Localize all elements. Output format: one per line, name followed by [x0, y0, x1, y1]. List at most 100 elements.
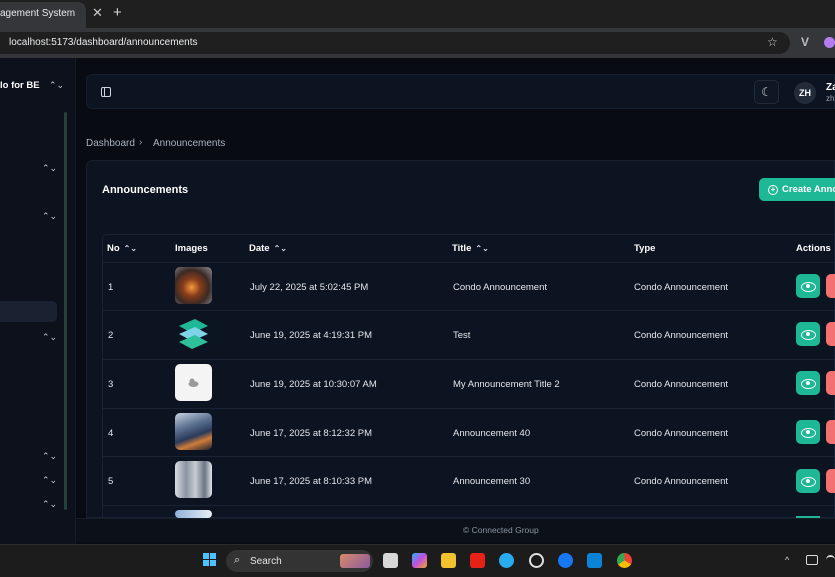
column-label: Date — [249, 243, 270, 254]
row-type: Condo Announcement — [634, 428, 729, 439]
row-title: Announcement 30 — [453, 476, 531, 487]
delete-trash-icon[interactable] — [826, 322, 835, 346]
sidebar-expand-chevron-icon[interactable]: ⌃⌄ — [42, 452, 57, 461]
row-number: 4 — [108, 428, 114, 439]
new-tab-icon[interactable]: + — [113, 4, 122, 21]
file-explorer-icon[interactable] — [441, 553, 456, 568]
column-label: Actions — [796, 243, 831, 254]
announcement-image-thumbnail[interactable] — [175, 316, 212, 353]
org-switcher-chevron-icon[interactable]: ⌃⌄ — [49, 81, 64, 90]
column-label: Images — [175, 243, 208, 254]
extension-icon[interactable] — [824, 37, 835, 48]
image-placeholder-icon — [188, 378, 199, 387]
sidebar-scrollbar[interactable] — [64, 112, 67, 510]
column-header-type: Type — [634, 243, 655, 254]
user-email: zh — [826, 94, 835, 103]
announcement-image-thumbnail[interactable] — [175, 510, 212, 518]
search-highlight-image — [340, 554, 370, 568]
row-type: Condo Announcement — [634, 330, 729, 341]
row-date: June 17, 2025 at 8:12:32 PM — [250, 428, 373, 439]
wifi-icon[interactable] — [826, 555, 835, 564]
column-header-actions: Actions — [796, 243, 831, 254]
column-header-title[interactable]: Title ⌃⌄ — [452, 243, 489, 254]
bookmark-star-icon[interactable]: ☆ — [767, 35, 778, 49]
footer — [76, 518, 835, 542]
row-number: 1 — [108, 282, 114, 293]
sidebar-expand-chevron-icon[interactable]: ⌃⌄ — [42, 476, 57, 485]
tray-app-icon[interactable] — [806, 555, 818, 565]
row-type: Condo Announcement — [634, 379, 729, 390]
row-number: 3 — [108, 379, 114, 390]
delete-trash-icon[interactable] — [826, 274, 835, 298]
taskbar-search-label: Search — [250, 556, 282, 567]
top-header — [86, 74, 835, 109]
sort-icon: ⌃⌄ — [123, 244, 138, 253]
tray-overflow-icon[interactable]: ^ — [785, 555, 789, 565]
tab-close-icon[interactable]: ✕ — [92, 5, 103, 21]
table-row — [103, 505, 835, 518]
view-eye-icon[interactable] — [796, 469, 820, 493]
copilot-icon[interactable] — [412, 553, 427, 568]
breadcrumb-current: Announcements — [153, 138, 226, 149]
sort-icon: ⌃⌄ — [475, 244, 489, 253]
row-title: My Announcement Title 2 — [453, 379, 560, 390]
view-eye-icon[interactable] — [796, 322, 820, 346]
row-number: 2 — [108, 330, 114, 341]
facebook-icon[interactable] — [558, 553, 573, 568]
avatar[interactable]: ZH — [794, 82, 816, 104]
sidebar-expand-chevron-icon[interactable]: ⌃⌄ — [42, 212, 57, 221]
announcement-image-thumbnail[interactable] — [175, 364, 212, 401]
view-eye-icon[interactable] — [796, 274, 820, 298]
column-label: Type — [634, 243, 656, 254]
windows-start-icon[interactable] — [203, 553, 217, 567]
url-text[interactable]: localhost:5173/dashboard/announcements — [9, 37, 197, 48]
row-date: July 22, 2025 at 5:02:45 PM — [250, 282, 369, 293]
row-date: June 17, 2025 at 8:10:33 PM — [250, 476, 373, 487]
row-date: June 19, 2025 at 4:19:31 PM — [250, 330, 373, 341]
breadcrumb-dashboard[interactable]: Dashboard — [86, 138, 135, 149]
sort-icon: ⌃⌄ — [273, 244, 287, 253]
announcement-image-thumbnail[interactable] — [175, 461, 212, 498]
extension-v-icon[interactable]: V — [801, 35, 809, 49]
chrome-icon[interactable] — [617, 553, 632, 568]
cube-logo-icon — [179, 319, 208, 349]
column-header-images: Images — [175, 243, 208, 254]
row-title: Announcement 40 — [453, 428, 531, 439]
browser-tab[interactable]: agement System — [0, 2, 86, 28]
plus-circle-icon: + — [768, 184, 778, 195]
view-eye-icon[interactable] — [796, 371, 820, 395]
task-view-icon[interactable] — [383, 553, 398, 568]
footer-copyright: © Connected Group — [463, 525, 539, 535]
breadcrumb-chevron-icon: › — [139, 137, 143, 148]
browser-tab-title: agement System — [0, 8, 76, 19]
sidebar-expand-chevron-icon[interactable]: ⌃⌄ — [42, 500, 57, 509]
user-name: Za — [826, 82, 835, 93]
sidebar-expand-chevron-icon[interactable]: ⌃⌄ — [42, 333, 57, 342]
column-header-date[interactable]: Date ⌃⌄ — [249, 243, 287, 254]
page-title: Announcements — [102, 184, 189, 196]
view-eye-icon[interactable] — [796, 420, 820, 444]
column-label: Title — [452, 243, 472, 254]
sidebar-expand-chevron-icon[interactable]: ⌃⌄ — [42, 164, 57, 173]
theme-toggle-button[interactable]: ☾ — [754, 80, 779, 104]
chatgpt-icon[interactable] — [529, 553, 544, 568]
vscode-icon[interactable] — [587, 553, 602, 568]
create-announcement-button[interactable]: + Create Annou — [759, 178, 835, 201]
telegram-icon[interactable] — [499, 553, 514, 568]
sidebar-org-title[interactable]: lo for BE — [0, 80, 40, 91]
row-type: Condo Announcement — [634, 282, 729, 293]
announcement-image-thumbnail[interactable] — [175, 267, 212, 304]
moon-icon: ☾ — [761, 85, 772, 99]
row-date: June 19, 2025 at 10:30:07 AM — [250, 379, 377, 390]
delete-trash-icon[interactable] — [826, 469, 835, 493]
delete-trash-icon[interactable] — [826, 420, 835, 444]
sidebar-toggle-icon[interactable] — [101, 87, 111, 97]
delete-trash-icon[interactable] — [826, 371, 835, 395]
column-header-no[interactable]: No ⌃⌄ — [107, 243, 137, 254]
sidebar-item-announcements[interactable] — [0, 301, 57, 322]
announcement-image-thumbnail[interactable] — [175, 413, 212, 450]
create-button-label: Create Annou — [782, 184, 835, 195]
search-icon: ⌕ — [234, 554, 241, 566]
youtube-icon[interactable] — [470, 553, 485, 568]
row-title: Condo Announcement — [453, 282, 548, 293]
